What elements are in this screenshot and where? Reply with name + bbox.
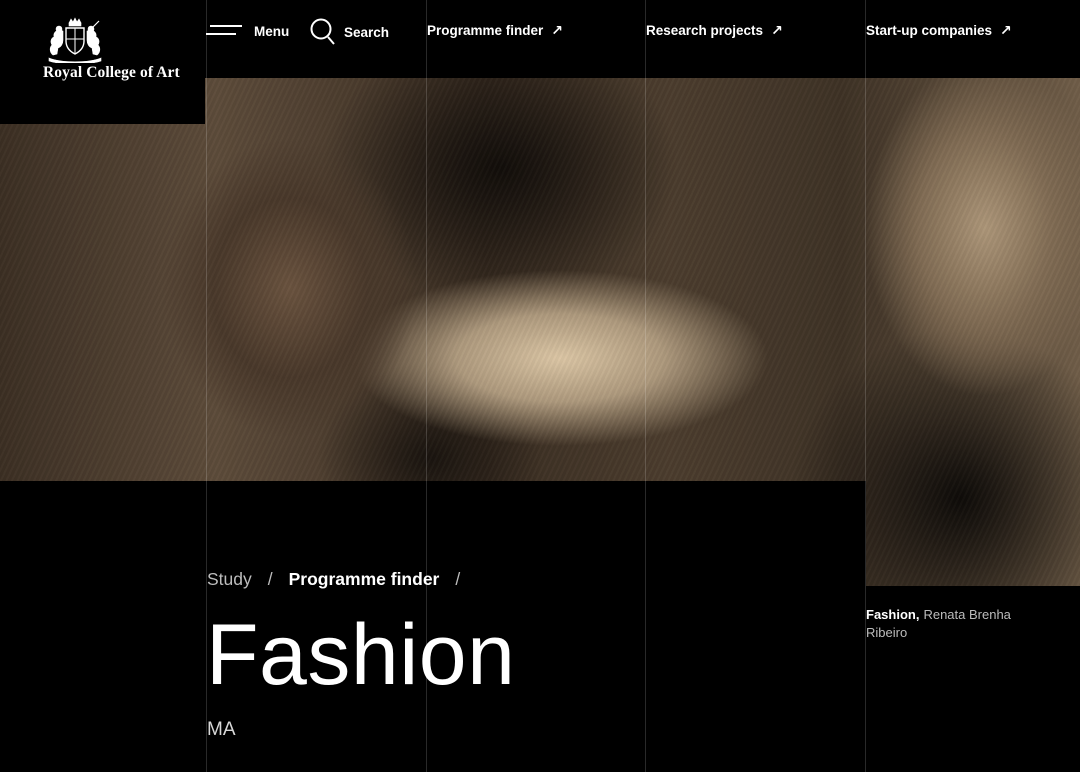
nav-link-programme-finder[interactable]: Programme finder ↗ (427, 22, 563, 39)
image-caption: Fashion, Renata Brenha Ribeiro (866, 606, 1036, 642)
brand-name: Royal College of Art (43, 64, 180, 81)
nav-link-start-up-companies[interactable]: Start-up companies ↗ (866, 22, 1012, 39)
grid-line (645, 0, 646, 772)
nav-link-label: Programme finder (427, 23, 544, 38)
breadcrumb-study-link[interactable]: Study (207, 569, 252, 590)
nav-link-label: Research projects (646, 23, 764, 38)
breadcrumb: Study / Programme finder / (207, 569, 462, 590)
breadcrumb-programme-finder-link[interactable]: Programme finder (289, 569, 440, 590)
caption-title: Fashion, (866, 607, 920, 622)
royal-crest-icon (48, 17, 102, 63)
search-label: Search (344, 24, 390, 40)
menu-label: Menu (254, 23, 290, 39)
degree-label: MA (207, 719, 236, 740)
breadcrumb-separator: / (455, 569, 461, 589)
arrow-up-right-icon: ↗ (771, 22, 783, 38)
search-button[interactable]: Search (310, 18, 389, 46)
search-icon (310, 18, 335, 45)
arrow-up-right-icon: ↗ (1000, 22, 1012, 38)
breadcrumb-separator: / (267, 569, 273, 589)
arrow-up-right-icon: ↗ (551, 22, 564, 38)
grid-line (865, 0, 866, 772)
home-logo-link[interactable]: Royal College of Art (0, 0, 205, 124)
nav-link-research-projects[interactable]: Research projects ↗ (646, 22, 783, 39)
hamburger-menu-icon (206, 25, 242, 35)
menu-button[interactable]: Menu (206, 22, 289, 40)
nav-link-label: Start-up companies (866, 23, 993, 38)
page-title: Fashion (206, 607, 516, 703)
